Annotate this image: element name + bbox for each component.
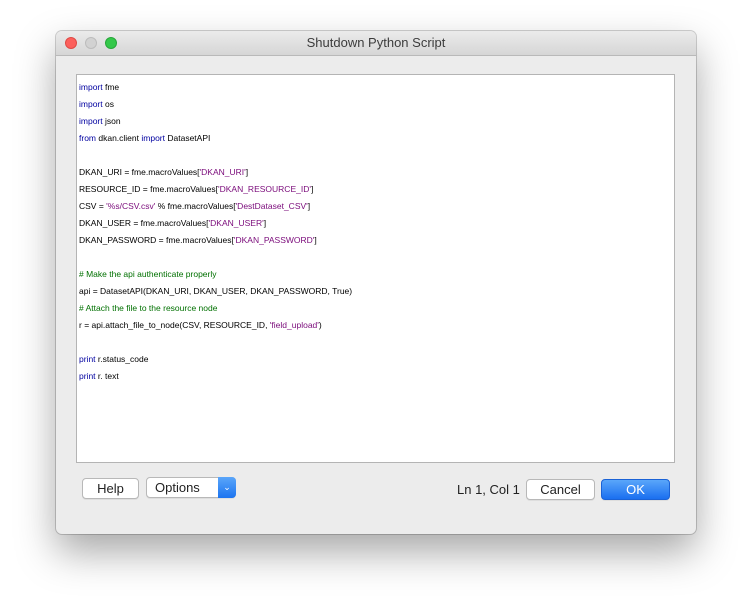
code-token: r = api.attach_file_to_node(CSV, RESOURC… [79,320,270,330]
code-token: r. text [95,371,119,381]
code-line: RESOURCE_ID = fme.macroValues['DKAN_RESO… [79,181,352,198]
code-token: json [102,116,121,126]
code-line: # Make the api authenticate properly [79,266,352,283]
code-token: fme [102,82,120,92]
code-token: ] [245,167,249,177]
code-line: DKAN_USER = fme.macroValues['DKAN_USER'] [79,215,352,232]
code-token: import [79,116,103,126]
code-token: ] [314,235,317,245]
options-label: Options [155,480,200,495]
code-token: ] [307,201,311,211]
code-token: 'DKAN_USER' [208,218,264,228]
code-token: 'DKAN_URI' [199,167,246,177]
code-token: 'DestDataset_CSV' [235,201,308,211]
cancel-button[interactable]: Cancel [526,479,595,500]
code-line: CSV = '%s/CSV.csv' % fme.macroValues['De… [79,198,352,215]
code-token: 'field_upload' [269,320,319,330]
code-token: from [79,133,96,143]
code-token: 'DKAN_PASSWORD' [233,235,315,245]
options-dropdown[interactable]: Options ⌄ [146,477,236,498]
code-token: # Attach the file to the resource node [79,303,218,313]
code-token: r.status_code [95,354,149,364]
dialog-window: Shutdown Python Script import fme import … [56,31,696,534]
code-line: from dkan.client import DatasetAPI [79,130,352,147]
code-token: ) [318,320,322,330]
code-line: DKAN_URI = fme.macroValues['DKAN_URI'] [79,164,352,181]
code-line: # Attach the file to the resource node [79,300,352,317]
code-editor[interactable]: import fme import os import json from dkan.… [76,74,675,463]
code-token: 'DKAN_RESOURCE_ID' [217,184,311,194]
code-token: # Make the api authenticate properly [79,269,217,279]
code-line: api = DatasetAPI(DKAN_URI, DKAN_USER, DK… [79,283,352,300]
chevron-down-icon[interactable]: ⌄ [218,477,236,498]
code-token: os [102,99,114,109]
code-token: api = DatasetAPI(DKAN_URI, DKAN_USER, DK… [79,286,353,296]
window-title: Shutdown Python Script [306,35,446,50]
code-token: DatasetAPI [165,133,211,143]
code-line: DKAN_PASSWORD = fme.macroValues['DKAN_PA… [79,232,352,249]
code-token: CSV = [79,201,107,211]
code-token: import [141,133,165,143]
code-token: '%s/CSV.csv' [106,201,156,211]
code-token: dkan.client [96,133,142,143]
help-button[interactable]: Help [82,478,139,499]
cursor-position-status: Ln 1, Col 1 [457,482,520,497]
title-bar[interactable]: Shutdown Python Script [56,31,696,56]
ok-button[interactable]: OK [601,479,670,500]
code-token: RESOURCE_ID = fme.macroValues[ [79,184,218,194]
code-line: print r.status_code [79,351,352,368]
code-token: ] [263,218,267,228]
code-line: import os [79,96,352,113]
code-line: print r. text [79,368,352,385]
code-token: % fme.macroValues[ [155,201,236,211]
code-token: DKAN_URI = fme.macroValues[ [79,167,200,177]
code-line: r = api.attach_file_to_node(CSV, RESOURC… [79,317,352,334]
code-line: import json [79,113,352,130]
code-token: ] [310,184,314,194]
code-token: print [79,371,96,381]
code-token: import [79,82,103,92]
code-token: import [79,99,103,109]
code-token: print [79,354,96,364]
code-token: DKAN_USER = fme.macroValues[ [79,218,209,228]
code-token: DKAN_PASSWORD = fme.macroValues[ [79,235,234,245]
code-lines: import fme import os import json from dkan.… [79,79,352,385]
code-line: import fme [79,79,352,96]
